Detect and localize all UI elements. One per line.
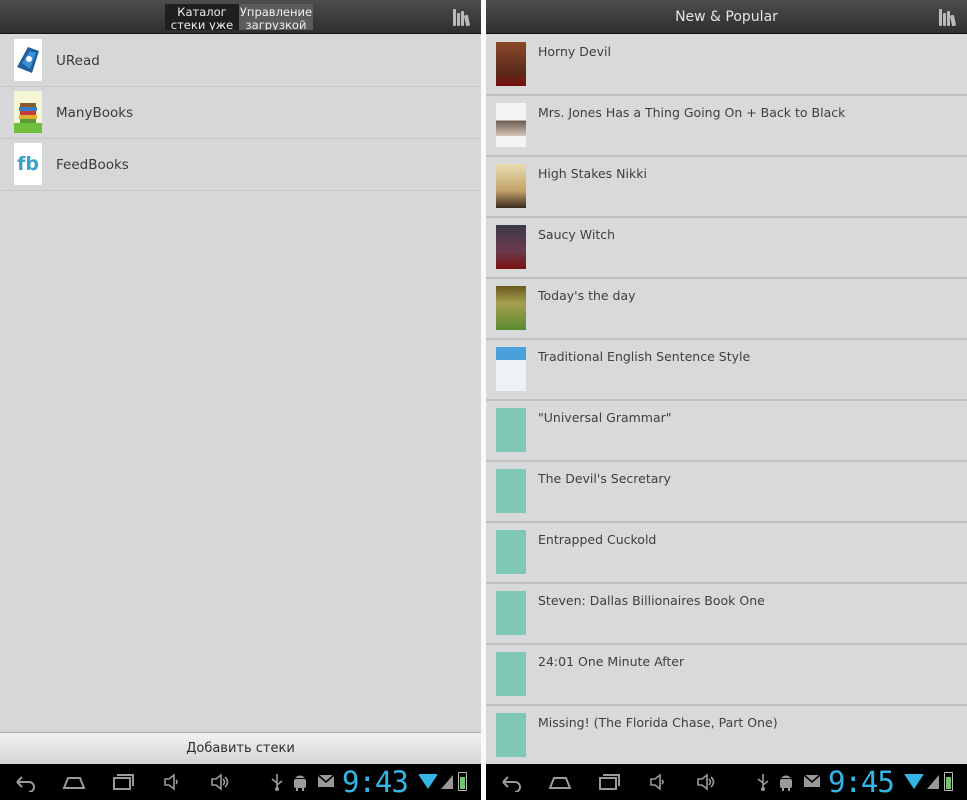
catalog-item-uread[interactable]: URead <box>0 35 481 87</box>
volume-down-icon[interactable] <box>163 772 181 792</box>
book-cover <box>496 530 526 574</box>
clock: 9:43 <box>342 765 409 799</box>
list-item[interactable]: Steven: Dallas Billionaires Book One <box>486 584 967 645</box>
catalog-item-feedbooks[interactable]: fb FeedBooks <box>0 139 481 191</box>
signal-icon <box>926 773 940 795</box>
list-item[interactable]: "Universal Grammar" <box>486 401 967 462</box>
book-cover <box>496 103 526 147</box>
book-title: Saucy Witch <box>538 227 616 242</box>
android-debug-icon <box>292 773 308 795</box>
volume-up-icon[interactable] <box>696 772 718 792</box>
book-title: "Universal Grammar" <box>538 410 672 425</box>
recent-apps-icon[interactable] <box>112 772 134 792</box>
book-title: High Stakes Nikki <box>538 166 647 181</box>
home-icon[interactable] <box>548 772 572 792</box>
feedbooks-logo-icon: fb <box>14 143 42 185</box>
list-item[interactable]: Traditional English Sentence Style <box>486 340 967 401</box>
book-cover <box>496 286 526 330</box>
book-title: Today's the day <box>538 288 636 303</box>
system-navbar: 9:45 <box>486 764 967 800</box>
volume-up-icon[interactable] <box>210 772 232 792</box>
catalog-screen: Каталог стеки уже Управление загрузкой U… <box>0 0 481 800</box>
list-item[interactable]: Entrapped Cuckold <box>486 523 967 584</box>
book-title: Entrapped Cuckold <box>538 532 657 547</box>
action-bar: New & Popular <box>486 0 967 34</box>
home-icon[interactable] <box>62 772 86 792</box>
volume-down-icon[interactable] <box>649 772 667 792</box>
list-item[interactable]: Missing! (The Florida Chase, Part One) <box>486 706 967 767</box>
clock: 9:45 <box>828 765 895 799</box>
book-title: Horny Devil <box>538 44 611 59</box>
tab-bar: Каталог стеки уже Управление загрузкой <box>165 4 313 30</box>
tab-catalog[interactable]: Каталог стеки уже <box>165 4 239 30</box>
book-cover <box>496 713 526 757</box>
library-icon[interactable] <box>453 9 471 27</box>
catalog-item-label: URead <box>56 53 100 69</box>
page-title: New & Popular <box>675 9 778 25</box>
wifi-icon <box>418 774 438 789</box>
catalog-item-manybooks[interactable]: ManyBooks <box>0 87 481 139</box>
add-catalog-button[interactable]: Добавить стеки <box>0 732 481 764</box>
mail-icon <box>803 773 821 793</box>
signal-icon <box>440 773 454 795</box>
wifi-icon <box>904 774 924 789</box>
book-title: Steven: Dallas Billionaires Book One <box>538 593 765 608</box>
usb-icon <box>270 773 284 795</box>
mail-icon <box>317 773 335 793</box>
back-icon[interactable] <box>14 772 36 793</box>
android-debug-icon <box>778 773 794 795</box>
library-icon[interactable] <box>939 9 957 27</box>
new-popular-screen: New & Popular Horny Devil Mrs. Jones Has… <box>486 0 967 800</box>
manybooks-logo-icon <box>14 91 42 133</box>
system-navbar: 9:43 <box>0 764 481 800</box>
list-item[interactable]: Horny Devil <box>486 35 967 96</box>
battery-icon <box>458 772 467 791</box>
catalog-item-label: FeedBooks <box>56 157 129 173</box>
list-item[interactable]: Mrs. Jones Has a Thing Going On + Back t… <box>486 96 967 157</box>
book-cover <box>496 225 526 269</box>
back-icon[interactable] <box>500 772 522 793</box>
catalog-list: URead ManyBooks fb FeedBooks <box>0 35 481 191</box>
book-list: Horny Devil Mrs. Jones Has a Thing Going… <box>486 35 967 767</box>
book-title: 24:01 One Minute After <box>538 654 685 669</box>
book-title: Mrs. Jones Has a Thing Going On + Back t… <box>538 105 846 120</box>
list-item[interactable]: The Devil's Secretary <box>486 462 967 523</box>
book-cover <box>496 591 526 635</box>
action-bar: Каталог стеки уже Управление загрузкой <box>0 0 481 34</box>
book-cover <box>496 408 526 452</box>
uread-logo-icon <box>14 39 42 81</box>
battery-icon <box>944 772 953 791</box>
list-item[interactable]: Today's the day <box>486 279 967 340</box>
book-cover <box>496 652 526 696</box>
recent-apps-icon[interactable] <box>598 772 620 792</box>
book-title: Missing! (The Florida Chase, Part One) <box>538 715 778 730</box>
usb-icon <box>756 773 770 795</box>
book-cover <box>496 164 526 208</box>
book-cover <box>496 469 526 513</box>
list-item[interactable]: Saucy Witch <box>486 218 967 279</box>
tab-download-manager[interactable]: Управление загрузкой <box>239 4 313 30</box>
book-cover <box>496 347 526 391</box>
list-item[interactable]: High Stakes Nikki <box>486 157 967 218</box>
list-item[interactable]: 24:01 One Minute After <box>486 645 967 706</box>
catalog-item-label: ManyBooks <box>56 105 134 121</box>
book-title: The Devil's Secretary <box>538 471 671 486</box>
book-cover <box>496 42 526 86</box>
book-title: Traditional English Sentence Style <box>538 349 751 364</box>
